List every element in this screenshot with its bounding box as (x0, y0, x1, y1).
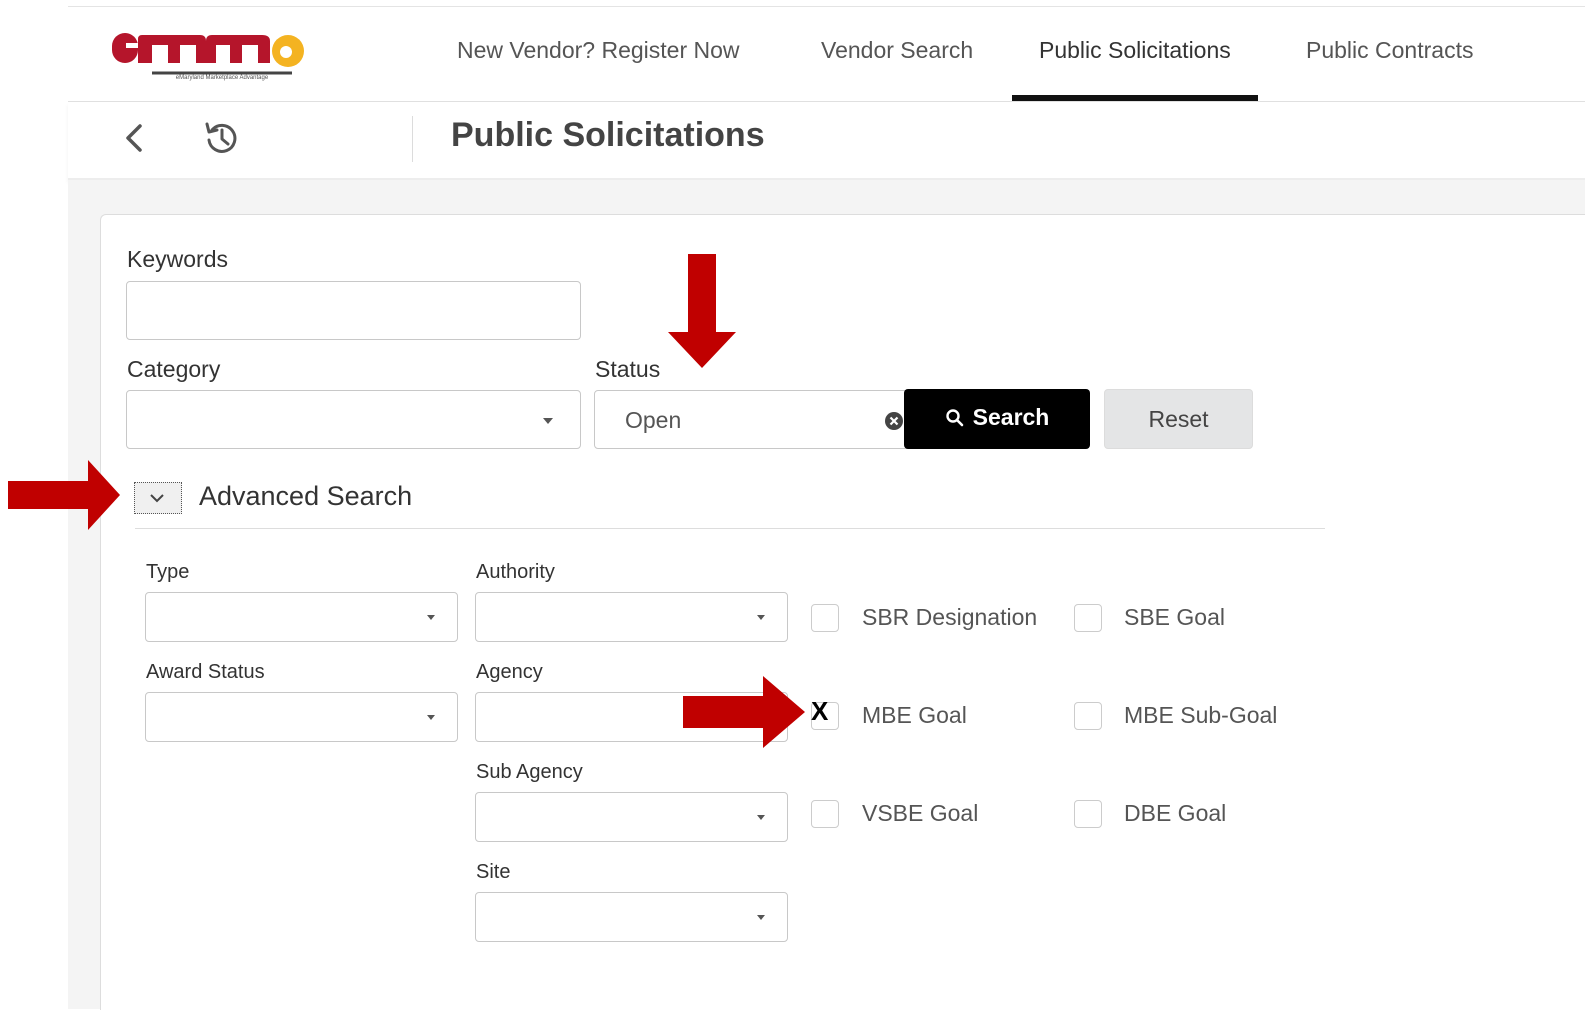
chevron-down-icon (427, 615, 435, 620)
advanced-search-divider (135, 528, 1325, 529)
title-bar: Public Solicitations (68, 102, 1585, 180)
agency-label: Agency (476, 661, 543, 683)
page-title: Public Solicitations (451, 116, 765, 154)
checkbox-sbr-designation[interactable] (811, 604, 839, 632)
chevron-down-icon (757, 815, 765, 820)
chevron-down-icon (757, 915, 765, 920)
annotation-arrow-right-icon (8, 460, 120, 530)
nav-public-contracts[interactable]: Public Contracts (1306, 7, 1473, 101)
chevron-down-icon (543, 418, 553, 424)
title-divider (412, 116, 413, 162)
site-select[interactable] (475, 892, 788, 942)
type-select[interactable] (145, 592, 458, 642)
mbe-sub-goal-label: MBE Sub-Goal (1124, 702, 1278, 728)
sub-agency-label: Sub Agency (476, 761, 583, 783)
authority-select[interactable] (475, 592, 788, 642)
award-status-label: Award Status (146, 661, 265, 683)
nav-register-now[interactable]: New Vendor? Register Now (457, 7, 740, 101)
advanced-search-title: Advanced Search (199, 481, 413, 511)
type-label: Type (146, 561, 190, 583)
authority-label: Authority (476, 561, 555, 583)
annotation-arrow-right-icon (683, 676, 805, 748)
annotation-x-mark: X (811, 696, 829, 726)
chevron-left-icon[interactable] (116, 118, 152, 158)
checkbox-sbe-goal[interactable] (1074, 604, 1102, 632)
sub-agency-select[interactable] (475, 792, 788, 842)
status-value: Open (625, 407, 682, 433)
nav-vendor-search[interactable]: Vendor Search (821, 7, 973, 101)
advanced-search-toggle[interactable] (134, 482, 182, 514)
logo-tagline: eMaryland Marketplace Advantage (176, 75, 269, 81)
chevron-down-icon (427, 715, 435, 720)
mbe-goal-label: MBE Goal (862, 702, 967, 728)
keywords-input[interactable] (126, 281, 581, 340)
checkbox-dbe-goal[interactable] (1074, 800, 1102, 828)
category-select[interactable] (126, 390, 581, 449)
annotation-arrow-down-icon (668, 254, 736, 368)
chevron-down-icon (150, 494, 164, 503)
category-label: Category (127, 356, 221, 382)
checkbox-mbe-sub-goal[interactable] (1074, 702, 1102, 730)
top-navigation: eMaryland Marketplace Advantage New Vend… (68, 7, 1585, 102)
checkbox-vsbe-goal[interactable] (811, 800, 839, 828)
keywords-label: Keywords (127, 246, 228, 272)
search-icon (945, 409, 963, 427)
dbe-goal-label: DBE Goal (1124, 800, 1227, 826)
search-button[interactable]: Search (904, 389, 1090, 449)
search-button-label: Search (972, 404, 1050, 431)
emma-logo[interactable]: eMaryland Marketplace Advantage (112, 25, 312, 81)
sbr-designation-label: SBR Designation (862, 604, 1038, 630)
status-label: Status (595, 356, 661, 382)
nav-public-solicitations[interactable]: Public Solicitations (1012, 7, 1258, 101)
vsbe-goal-label: VSBE Goal (862, 800, 979, 826)
site-label: Site (476, 861, 511, 883)
award-status-select[interactable] (145, 692, 458, 742)
chevron-down-icon (757, 615, 765, 620)
reset-button[interactable]: Reset (1104, 389, 1253, 449)
history-icon[interactable] (202, 118, 242, 158)
clear-icon[interactable] (884, 411, 904, 431)
sbe-goal-label: SBE Goal (1124, 604, 1225, 630)
